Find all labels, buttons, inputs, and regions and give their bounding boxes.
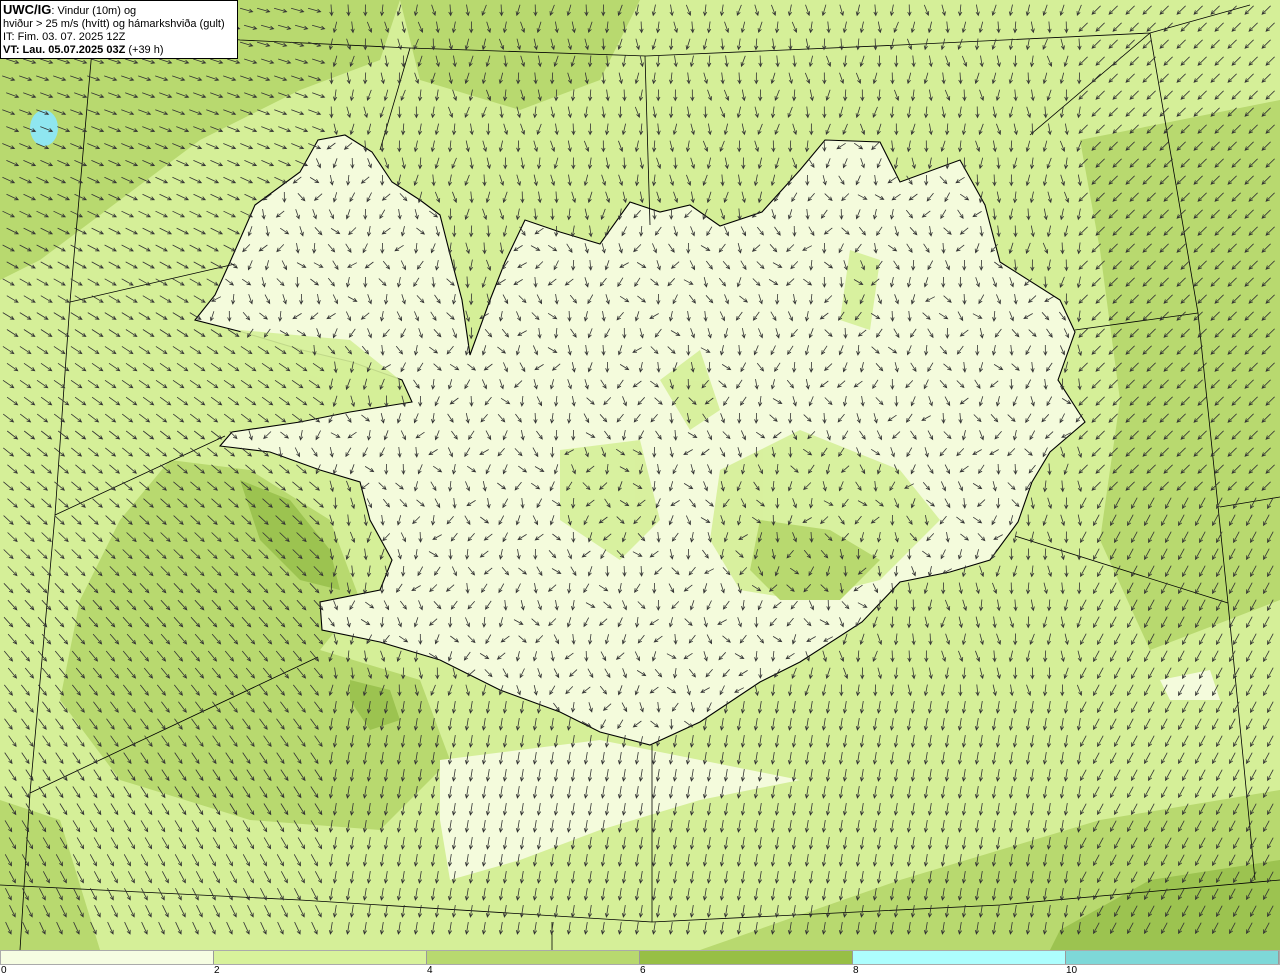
valid-time: VT: Lau. 05.07.2025 03Z <box>3 44 126 56</box>
legend-tick-label: 0 <box>1 965 7 976</box>
legend-tick-label: 6 <box>640 965 646 976</box>
init-time: IT: Fim. 03. 07. 2025 12Z <box>3 31 126 43</box>
legend-swatch <box>214 951 427 964</box>
legend-swatch <box>1066 951 1279 964</box>
wind-map <box>0 0 1280 950</box>
legend-tick-label: 10 <box>1066 965 1078 976</box>
legend-color-bar <box>0 950 1280 965</box>
model-name: UWC/IG <box>3 2 52 17</box>
legend-tick-label: 8 <box>853 965 859 976</box>
title-line2: hviður > 25 m/s (hvítt) og hámarkshviða … <box>3 18 225 30</box>
legend-swatch <box>427 951 640 964</box>
legend-labels: 0 2 4 6 8 10 <box>0 965 1280 977</box>
legend-tick-label: 2 <box>214 965 220 976</box>
legend-tick-label: 4 <box>427 965 433 976</box>
legend-swatch <box>853 951 1066 964</box>
legend-swatch <box>1 951 214 964</box>
color-legend: 0 2 4 6 8 10 <box>0 950 1280 978</box>
forecast-hour: (+39 h) <box>125 44 164 56</box>
legend-swatch <box>640 951 853 964</box>
title-line1: : Vindur (10m) og <box>51 5 137 17</box>
map-title-box: UWC/IG: Vindur (10m) og hviður > 25 m/s … <box>0 0 238 59</box>
